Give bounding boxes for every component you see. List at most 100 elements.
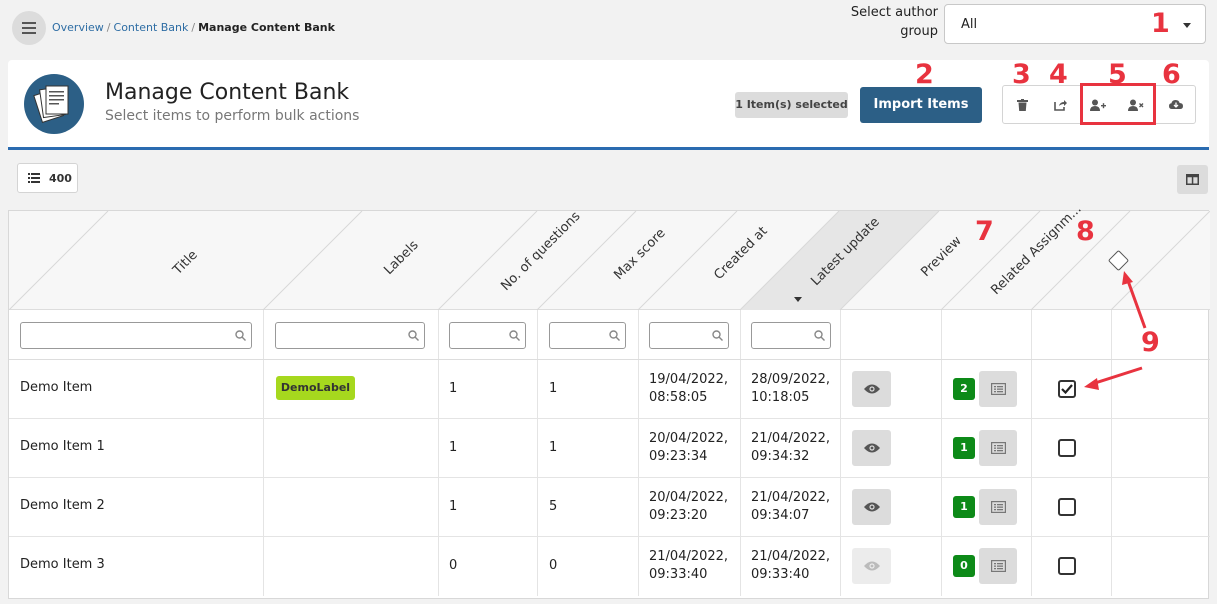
hamburger-icon [22,22,36,34]
row-title: Demo Item [20,380,93,395]
search-icon [814,330,825,341]
annotation-6: 6 [1162,59,1181,90]
row-updated-time: 10:18:05 [751,390,810,405]
menu-button[interactable] [12,11,46,45]
table-row: Demo Item DemoLabel 1 1 19/04/2022, 08:5… [9,360,1210,419]
caret-down-icon [1183,23,1191,28]
row-updated-time: 09:34:32 [751,449,810,464]
row-select-checkbox[interactable] [1058,439,1076,457]
created-filter-input[interactable] [649,322,729,349]
updated-filter-input[interactable] [751,322,831,349]
assignment-count-badge: 0 [953,555,975,577]
cloud-download-icon [1169,100,1183,109]
row-max-score: 5 [549,499,558,514]
annotation-2: 2 [915,59,934,90]
breadcrumb: Overview / Content Bank / Manage Content Ban… [52,21,335,34]
row-updated-time: 09:33:40 [751,567,810,582]
row-title: Demo Item 1 [20,439,105,454]
row-updated-date: 21/04/2022, [751,490,831,505]
sort-desc-icon [794,297,802,302]
row-questions: 1 [449,499,458,514]
max-score-filter-input[interactable] [549,322,626,349]
annotation-8: 8 [1076,216,1095,247]
assignments-list-button[interactable] [979,489,1017,525]
list-count: 400 [49,171,72,185]
row-created-date: 20/04/2022, [649,490,729,505]
row-updated-date: 21/04/2022, [751,431,831,446]
row-created-time: 09:23:34 [649,449,708,464]
page-subtitle: Select items to perform bulk actions [105,108,360,124]
assignment-count-badge: 1 [953,496,975,518]
table-row: Demo Item 3 0 0 21/04/2022, 09:33:40 21/… [9,537,1210,596]
row-created-time: 08:58:05 [649,390,708,405]
breadcrumb-current: Manage Content Bank [198,21,335,34]
eye-icon [863,384,880,394]
row-title: Demo Item 3 [20,557,105,572]
preview-button[interactable] [852,371,891,407]
columns-icon [1186,174,1199,185]
preview-button[interactable] [852,489,891,525]
search-icon [509,330,520,341]
list-icon [28,173,40,183]
share-button[interactable] [1041,86,1079,123]
preview-button[interactable] [852,548,891,584]
table-row: Demo Item 2 1 5 20/04/2022, 09:23:20 21/… [9,478,1210,537]
annotation-7: 7 [975,216,994,247]
page-title: Manage Content Bank [105,80,350,105]
assignments-list-button[interactable] [979,548,1017,584]
row-updated-time: 09:34:07 [751,508,810,523]
eye-icon [863,443,880,453]
author-group-value: All [961,17,978,32]
list-alt-icon [990,383,1006,395]
preview-button[interactable] [852,430,891,466]
row-title: Demo Item 2 [20,498,105,513]
row-questions: 1 [449,440,458,455]
questions-filter-input[interactable] [449,322,526,349]
delete-button[interactable] [1003,86,1041,123]
row-questions: 0 [449,558,458,573]
row-created-time: 09:23:20 [649,508,708,523]
labels-filter-input[interactable] [275,322,425,349]
row-created-time: 09:33:40 [649,567,708,582]
column-toggle-button[interactable] [1177,165,1208,194]
row-max-score: 1 [549,381,558,396]
eye-icon [863,502,880,512]
row-updated-date: 28/09/2022, [751,372,831,387]
list-alt-icon [990,501,1006,513]
content-bank-logo [24,74,84,134]
author-group-label: Select author group [850,5,938,39]
assignment-count-badge: 2 [953,378,975,400]
row-created-date: 19/04/2022, [649,372,729,387]
assignments-list-button[interactable] [979,430,1017,466]
search-icon [712,330,723,341]
list-alt-icon [990,442,1006,454]
annotation-3: 3 [1012,59,1031,90]
table-header: Title Labels No. of questions Max score … [9,202,1210,310]
label-tag: DemoLabel [276,376,355,400]
search-icon [408,330,419,341]
search-icon [609,330,620,341]
row-created-date: 21/04/2022, [649,549,729,564]
annotation-4: 4 [1049,59,1068,90]
table-row: Demo Item 1 1 1 20/04/2022, 09:23:34 21/… [9,419,1210,478]
eye-icon [863,561,880,571]
filter-row [9,310,1210,360]
row-questions: 1 [449,381,458,396]
row-select-checkbox[interactable] [1058,498,1076,516]
search-icon [235,330,246,341]
assignment-count-badge: 1 [953,437,975,459]
assignments-list-button[interactable] [979,371,1017,407]
row-created-date: 20/04/2022, [649,431,729,446]
import-items-button[interactable]: Import Items [860,87,982,123]
annotation-5: 5 [1108,59,1127,90]
share-icon [1053,99,1067,111]
annotation-arrows [1084,271,1147,390]
list-count-button[interactable]: 400 [17,163,78,193]
download-button[interactable] [1157,86,1195,123]
row-updated-date: 21/04/2022, [751,549,831,564]
row-select-checkbox[interactable] [1058,557,1076,575]
title-filter-input[interactable] [20,322,252,349]
breadcrumb-content-bank[interactable]: Content Bank [114,21,189,34]
breadcrumb-overview[interactable]: Overview [52,21,104,34]
row-max-score: 0 [549,558,558,573]
